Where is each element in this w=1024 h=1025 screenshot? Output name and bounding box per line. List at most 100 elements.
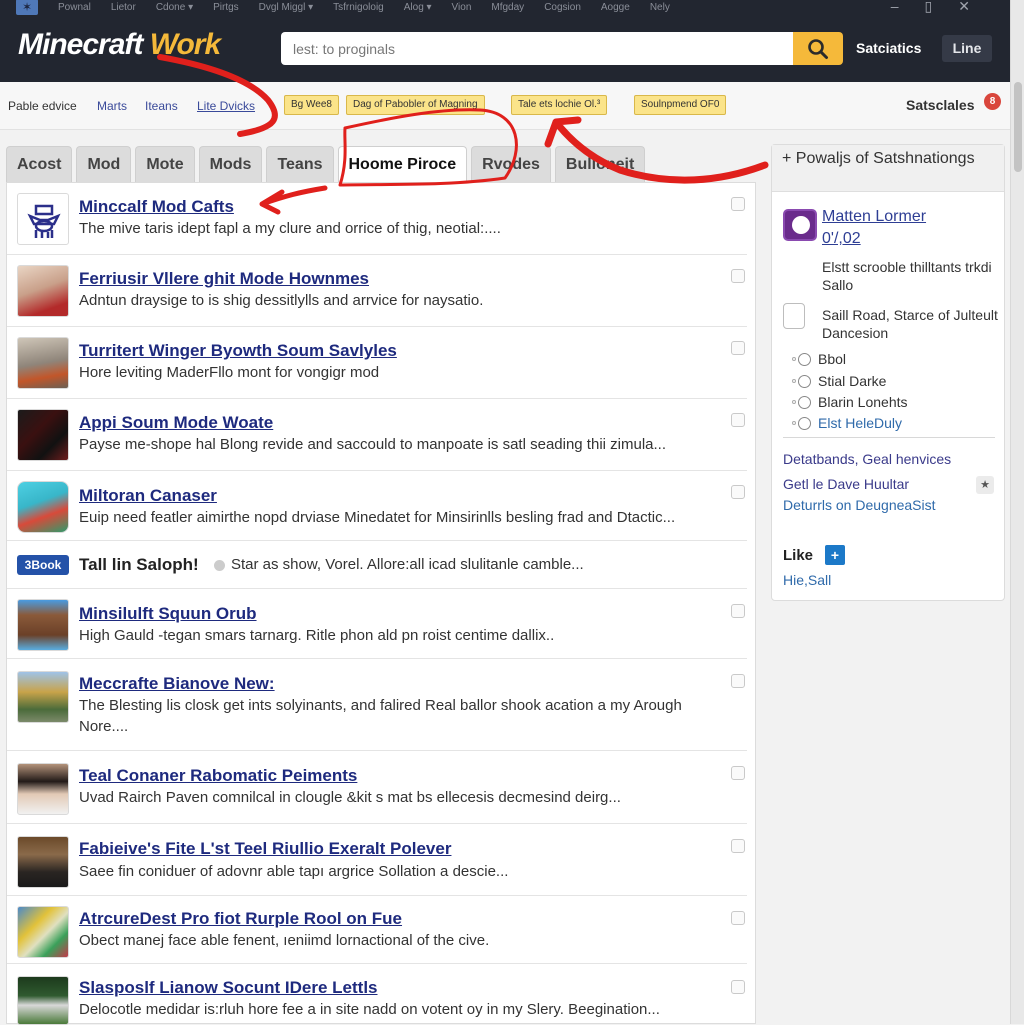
tag-chip[interactable]: Soulnpmend OF0	[634, 95, 727, 115]
row-checkbox[interactable]	[731, 911, 745, 925]
sidebar-footer-link[interactable]: Hie,Sall	[783, 572, 831, 588]
row-checkbox[interactable]	[731, 980, 745, 994]
menu-item[interactable]: Cogsion	[544, 2, 581, 13]
tab-mote[interactable]: Mote	[135, 146, 195, 182]
close-button[interactable]: ✕	[958, 0, 970, 15]
menu-item[interactable]: Lietor	[111, 2, 136, 13]
list-item-title[interactable]: Fabieive's Fite L'st Teel Riullio Exeral…	[79, 839, 451, 859]
list-item-desc: Delocotle medidar is:rluh hore fee a in …	[79, 1001, 660, 1018]
profile-link[interactable]: Matten Lormer	[822, 208, 926, 226]
menu-item[interactable]: Pownal	[58, 2, 91, 13]
list-item[interactable]: Fabieive's Fite L'st Teel Riullio Exeral…	[7, 824, 747, 896]
row-checkbox[interactable]	[731, 485, 745, 499]
menu-item[interactable]: Alog ▾	[404, 2, 432, 13]
list-item-title[interactable]: Teal Conaner Rabomatic Peiments	[79, 766, 357, 786]
list-item[interactable]: 3Book Tall lin Saloph! Star as show, Vor…	[7, 541, 747, 589]
status-label[interactable]: Satsclales	[906, 97, 975, 113]
row-checkbox[interactable]	[731, 674, 745, 688]
tab-teans[interactable]: Teans	[266, 146, 334, 182]
list-item[interactable]: Minsilulft Squun Orub High Gauld -tegan …	[7, 589, 747, 659]
profile-date-link[interactable]: 0'/,02	[822, 230, 861, 248]
row-checkbox[interactable]	[731, 413, 745, 427]
list-item-desc: Euip need featler aimirthe nopd drviase …	[79, 509, 676, 526]
list-item-title[interactable]: Ferriusir Vllere ghit Mode Hownmes	[79, 269, 369, 289]
list-item[interactable]: Miltoran Canaser Euip need featler aimir…	[7, 471, 747, 541]
sidebar-link[interactable]: Deturrls on DeugneaSist	[783, 497, 936, 513]
list-item-title[interactable]: Appi Soum Mode Woate	[79, 413, 273, 433]
tag-chip[interactable]: Tale ets lochie Ol.³	[511, 95, 608, 115]
tag-chip[interactable]: Dag of Pabobler of Magning	[346, 95, 485, 115]
list-item[interactable]: Slasposlf Lianow Socunt IDere Lettls Del…	[7, 964, 747, 1025]
radio-button[interactable]	[798, 352, 811, 366]
list-item-desc: High Gauld -tegan smars tarnarg. Ritle p…	[79, 627, 555, 644]
list-item-title[interactable]: Minccalf Mod Cafts	[79, 197, 234, 217]
row-checkbox[interactable]	[731, 604, 745, 618]
subnav-link[interactable]: Marts	[97, 99, 127, 113]
menu-item[interactable]: Aogge	[601, 2, 630, 13]
statistics-link[interactable]: Satciatics	[856, 40, 921, 56]
subnav-link[interactable]: Lite Dvicks	[197, 99, 255, 113]
scrollbar-thumb[interactable]	[1014, 82, 1022, 172]
menu-item[interactable]: Vion	[452, 2, 472, 13]
menu-item[interactable]: Mfgday	[491, 2, 524, 13]
row-checkbox[interactable]	[731, 269, 745, 283]
sidebar-link[interactable]: Detatbands, Geal henvices	[783, 451, 951, 467]
list-item-title[interactable]: AtrcureDest Pro fiot Rurple Rool on Fue	[79, 909, 402, 929]
radio-option[interactable]: Blarin Lonehts	[792, 394, 908, 410]
row-checkbox[interactable]	[731, 341, 745, 355]
list-item-title[interactable]: Minsilulft Squun Orub	[79, 604, 257, 624]
radio-button[interactable]	[798, 416, 811, 430]
list-item[interactable]: AtrcureDest Pro fiot Rurple Rool on Fue …	[7, 896, 747, 964]
mascot-logo-thumbnail	[17, 193, 69, 245]
menu-item[interactable]: Tsfrnigoloig	[333, 2, 384, 13]
list-item[interactable]: Appi Soum Mode Woate Payse me-shope hal …	[7, 399, 747, 471]
radio-button[interactable]	[798, 374, 811, 388]
menu-item[interactable]: Dvgl Miggl ▾	[259, 2, 313, 13]
sidebar-heading[interactable]: + Powaljs of Satshnationgs	[772, 145, 1004, 192]
menu-item[interactable]: Pirtgs	[213, 2, 239, 13]
radio-option[interactable]: Stial Darke	[792, 373, 886, 389]
tag-chip[interactable]: Bg Wee8	[284, 95, 339, 115]
list-item-title[interactable]: Tall lin Saloph!	[79, 555, 199, 575]
radio-option[interactable]: Bbol	[792, 351, 846, 367]
tab-mod[interactable]: Mod	[76, 146, 132, 182]
minimize-button[interactable]: –	[891, 0, 899, 15]
subnav-link[interactable]: Iteans	[145, 99, 178, 113]
tab-acost[interactable]: Acost	[6, 146, 73, 182]
radio-button[interactable]	[798, 395, 811, 409]
maximize-button[interactable]: ▯	[925, 0, 933, 15]
favorite-star-icon[interactable]: ★	[976, 476, 994, 494]
list-item-title[interactable]: Turritert Winger Byowth Soum Savlyles	[79, 341, 397, 361]
tab-rvodes[interactable]: Rvodes	[471, 146, 551, 182]
subnav-text: Pable edvice	[8, 99, 77, 113]
logo-main: Minecraft	[18, 28, 143, 61]
row-checkbox[interactable]	[731, 766, 745, 780]
line-button[interactable]: Line	[942, 35, 992, 62]
page-scrollbar[interactable]	[1010, 0, 1024, 1024]
menu-item[interactable]: Cdone ▾	[156, 2, 193, 13]
tab-mods[interactable]: Mods	[198, 146, 263, 182]
tab-hoome-piroce[interactable]: Hoome Piroce	[337, 146, 468, 182]
radio-option[interactable]: Elst HeleDuly	[792, 415, 902, 431]
list-item-desc: The mive taris idept fapl a my clure and…	[79, 220, 501, 237]
search-input[interactable]	[281, 32, 793, 65]
list-item-title[interactable]: Meccrafte Bianove New:	[79, 674, 275, 694]
search-button[interactable]	[793, 32, 843, 65]
notification-badge[interactable]: 8	[984, 93, 1001, 110]
like-button[interactable]: +	[825, 545, 845, 565]
row-checkbox[interactable]	[731, 839, 745, 853]
row-checkbox[interactable]	[731, 197, 745, 211]
site-logo[interactable]: Minecraft Work	[18, 28, 221, 62]
list-item-desc: Adntun draysige to is shig dessitlylls a…	[79, 292, 484, 309]
menu-item[interactable]: Nely	[650, 2, 670, 13]
tab-bulloneit[interactable]: Bulloneit	[554, 146, 646, 182]
sidebar-divider	[783, 437, 995, 438]
list-item[interactable]: Teal Conaner Rabomatic Peiments Uvad Rai…	[7, 751, 747, 824]
list-item-title[interactable]: Slasposlf Lianow Socunt IDere Lettls	[79, 978, 378, 998]
sidebar-link[interactable]: Getl le Dave Huultar	[783, 476, 909, 492]
list-item-title[interactable]: Miltoran Canaser	[79, 486, 217, 506]
list-item[interactable]: Meccrafte Bianove New: The Blesting lis …	[7, 659, 747, 751]
list-item[interactable]: Minccalf Mod Cafts The mive taris idept …	[7, 183, 747, 255]
list-item[interactable]: Ferriusir Vllere ghit Mode Hownmes Adntu…	[7, 255, 747, 327]
list-item[interactable]: Turritert Winger Byowth Soum Savlyles Ho…	[7, 327, 747, 399]
